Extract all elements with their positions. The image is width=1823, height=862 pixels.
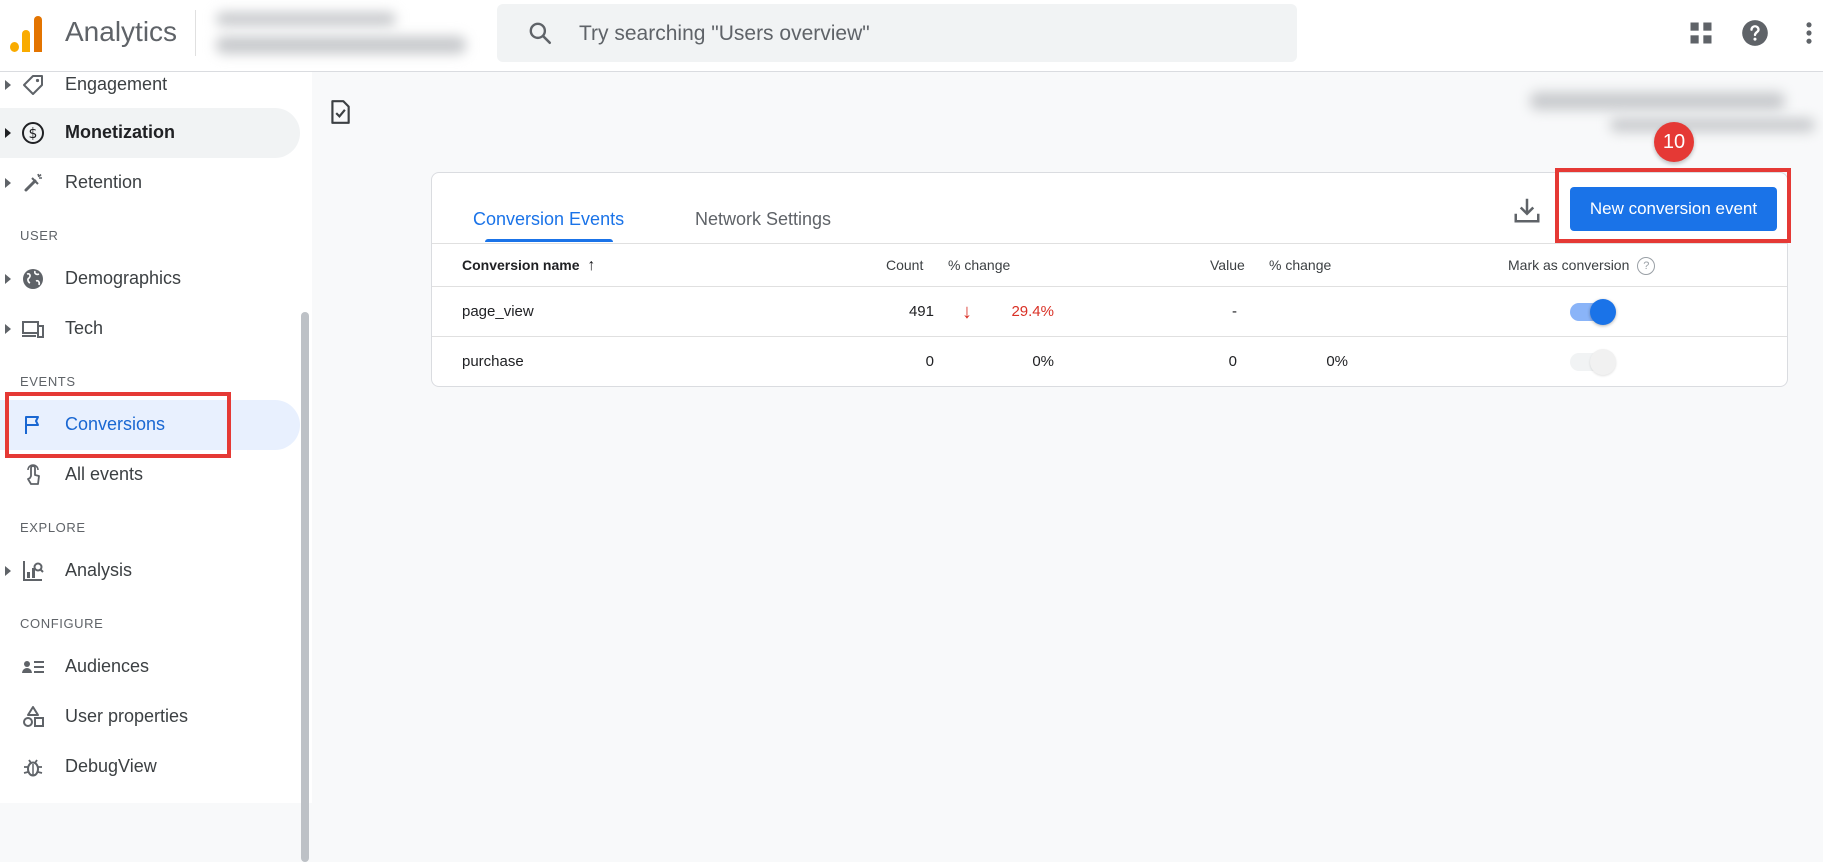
sidebar-item-label: All events bbox=[65, 464, 144, 484]
count-change-cell: 0% bbox=[1032, 353, 1054, 370]
expand-caret-icon[interactable] bbox=[5, 324, 11, 334]
sidebar-item-analysis[interactable]: Analysis bbox=[0, 546, 300, 596]
active-tab-indicator bbox=[485, 239, 613, 242]
checklist-icon[interactable] bbox=[327, 99, 353, 125]
section-label-events: EVENTS bbox=[20, 374, 76, 389]
sidebar-item-user-properties[interactable]: User properties bbox=[0, 692, 300, 742]
tag-icon bbox=[23, 75, 43, 95]
help-icon[interactable]: ? bbox=[1637, 257, 1656, 276]
count-cell: 0 bbox=[925, 353, 934, 370]
analysis-icon bbox=[23, 561, 44, 581]
toggle-knob bbox=[1590, 349, 1616, 375]
bug-icon bbox=[23, 759, 43, 777]
column-header-label: Mark as conversion bbox=[1508, 257, 1630, 273]
divider bbox=[195, 10, 196, 56]
column-header-value-change[interactable]: % change bbox=[1269, 257, 1331, 273]
toggle-knob bbox=[1590, 299, 1616, 325]
sidebar-item-label: User properties bbox=[65, 706, 189, 726]
sidebar-item-label: Engagement bbox=[65, 74, 168, 94]
count-cell: 491 bbox=[908, 303, 934, 320]
count-change-cell: 29.4% bbox=[1011, 303, 1054, 320]
sidebar-item-label: Tech bbox=[65, 318, 104, 338]
search-input[interactable] bbox=[577, 16, 1271, 52]
sidebar-item-retention[interactable]: Retention bbox=[0, 158, 300, 208]
sidebar-item-audiences[interactable]: Audiences bbox=[0, 642, 300, 692]
new-conversion-highlight-box bbox=[1555, 168, 1791, 243]
sidebar-item-label: Audiences bbox=[65, 656, 150, 676]
sidebar-item-label: Monetization bbox=[65, 122, 175, 142]
sidebar-item-engagement[interactable]: Engagement bbox=[0, 60, 300, 110]
expand-caret-icon[interactable] bbox=[5, 566, 11, 576]
section-label-user: USER bbox=[20, 228, 59, 243]
analytics-logo-icon[interactable] bbox=[10, 16, 44, 52]
conversion-name-cell: page_view bbox=[462, 303, 534, 320]
sidebar-item-debugview[interactable]: DebugView bbox=[0, 742, 300, 792]
column-header-count[interactable]: Count bbox=[886, 257, 923, 273]
touch-icon bbox=[27, 464, 40, 485]
sort-arrow-icon[interactable]: ↑ bbox=[587, 257, 595, 274]
step-badge: 10 bbox=[1654, 122, 1694, 162]
account-selector[interactable] bbox=[210, 8, 480, 62]
apps-grid-icon[interactable] bbox=[1687, 19, 1715, 47]
column-header-mark-as-conversion: Mark as conversion ? bbox=[1508, 257, 1656, 276]
divider bbox=[432, 336, 1787, 337]
sidebar-item-label: Analysis bbox=[65, 560, 133, 580]
search-icon bbox=[529, 22, 552, 45]
mark-as-conversion-toggle[interactable] bbox=[1570, 299, 1616, 325]
conversion-name-cell: purchase bbox=[462, 353, 524, 370]
expand-caret-icon[interactable] bbox=[5, 128, 11, 138]
app-title: Analytics bbox=[65, 16, 178, 47]
divider bbox=[432, 243, 1787, 244]
help-icon[interactable] bbox=[1741, 19, 1769, 47]
expand-caret-icon[interactable] bbox=[5, 178, 11, 188]
more-vert-icon[interactable] bbox=[1795, 19, 1823, 47]
tab-network-settings[interactable]: Network Settings bbox=[695, 209, 831, 230]
expand-caret-icon[interactable] bbox=[5, 274, 11, 284]
magnet-icon bbox=[24, 173, 42, 192]
trend-down-icon: ↓ bbox=[962, 301, 972, 323]
sidebar-item-monetization[interactable]: $ Monetization bbox=[0, 108, 300, 158]
expand-caret-icon[interactable] bbox=[5, 80, 11, 90]
audience-icon bbox=[22, 661, 44, 673]
sidebar-item-label: DebugView bbox=[65, 756, 157, 776]
value-cell: 0 bbox=[1228, 353, 1237, 370]
section-label-configure: CONFIGURE bbox=[20, 616, 104, 631]
download-icon[interactable] bbox=[1512, 195, 1542, 225]
mark-as-conversion-toggle[interactable] bbox=[1570, 349, 1616, 375]
sidebar-scrollbar[interactable] bbox=[301, 312, 309, 862]
sidebar-item-tech[interactable]: Tech bbox=[0, 304, 300, 354]
search-bar[interactable] bbox=[497, 4, 1297, 62]
shapes-icon bbox=[23, 706, 44, 727]
globe-icon bbox=[23, 269, 43, 289]
svg-text:$: $ bbox=[29, 126, 38, 142]
sidebar-item-label: Retention bbox=[65, 172, 143, 192]
column-header-count-change[interactable]: % change bbox=[948, 257, 1010, 273]
section-label-explore: EXPLORE bbox=[20, 520, 86, 535]
value-cell: - bbox=[1232, 303, 1237, 320]
sidebar-item-all-events[interactable]: All events bbox=[0, 450, 300, 500]
devices-icon bbox=[22, 321, 44, 338]
dollar-icon: $ bbox=[22, 122, 44, 144]
column-header-value[interactable]: Value bbox=[1210, 257, 1245, 273]
column-header-conversion-name[interactable]: Conversion name ↑ bbox=[462, 257, 595, 275]
sidebar: Engagement $ Monetization Retention USER… bbox=[0, 72, 312, 862]
tab-conversion-events[interactable]: Conversion Events bbox=[473, 209, 624, 230]
conversions-highlight-box bbox=[5, 392, 231, 458]
value-change-cell: 0% bbox=[1326, 353, 1348, 370]
column-header-label: Conversion name bbox=[462, 257, 580, 273]
divider bbox=[432, 286, 1787, 287]
sidebar-item-label: Demographics bbox=[65, 268, 182, 288]
sidebar-item-demographics[interactable]: Demographics bbox=[0, 254, 300, 304]
